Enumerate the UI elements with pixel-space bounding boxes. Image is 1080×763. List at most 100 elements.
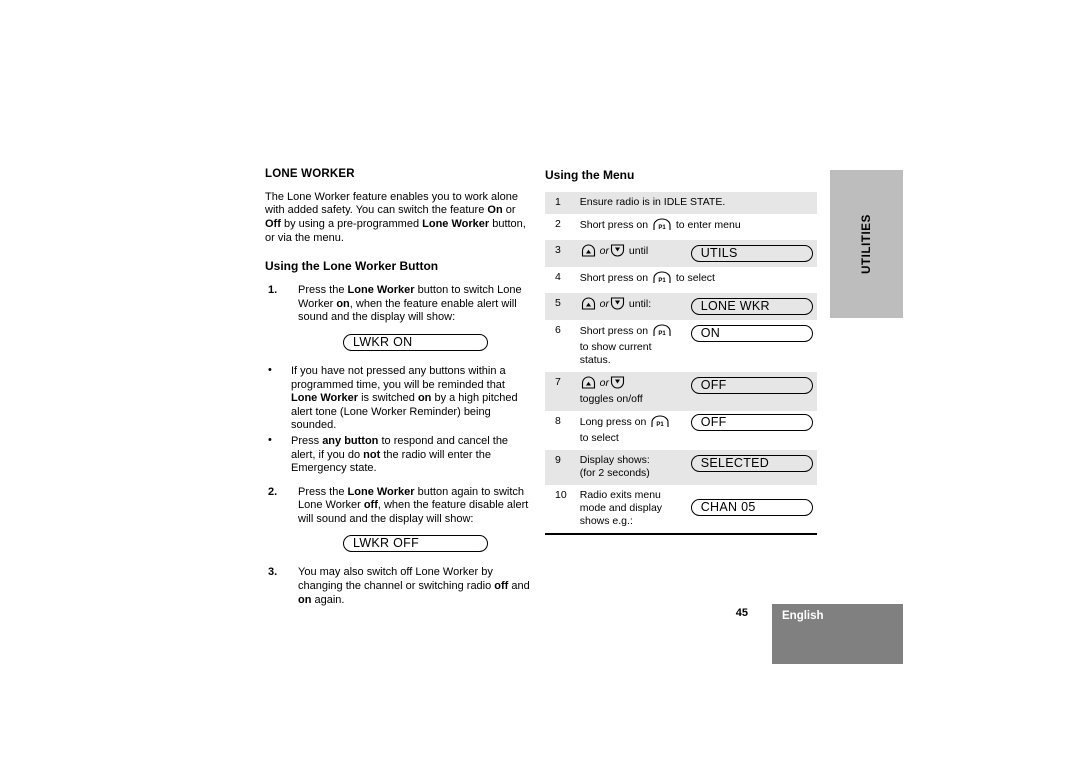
step-3-text-1: You may also switch off Lone Worker by c…	[298, 566, 495, 593]
row-lcd-cell: OFF	[690, 411, 817, 450]
table-row: 2 Short press on P1 to enter menu	[545, 214, 817, 240]
step-3-text-2: and	[508, 580, 530, 593]
lcd-display-lone-wkr: LONE WKR	[690, 298, 813, 315]
row-conjunction: or	[599, 298, 610, 310]
svg-text:P1: P1	[658, 225, 666, 231]
p1-button-icon: P1	[652, 271, 672, 288]
lcd-display-lwkr-off-wrap: LWKR OFF	[343, 535, 533, 553]
row-text-line2: to select	[579, 432, 619, 444]
bullet-1-bold-on: on	[417, 392, 432, 405]
row-text-before: Short press on	[579, 272, 651, 284]
step-3-number: 3.	[268, 566, 278, 579]
row-text-line3: status.	[579, 354, 611, 366]
row-text: Radio exits menu	[579, 489, 661, 501]
lcd-display-off-select: OFF	[690, 414, 813, 431]
svg-text:P1: P1	[657, 422, 665, 428]
row-instruction: or toggles on/off	[580, 372, 691, 411]
row-number: 3	[555, 244, 561, 256]
lcd-display-lwkr-off: LWKR OFF	[343, 535, 488, 553]
row-number: 4	[555, 271, 561, 283]
menu-steps-table: 1 Ensure radio is in IDLE STATE. 2 Short…	[545, 192, 817, 535]
step-3-bold-off: off	[494, 580, 509, 593]
row-number: 7	[555, 376, 561, 388]
table-row: 3 or until UTILS	[545, 240, 817, 267]
step-2-text-1: Press the	[298, 485, 348, 498]
intro-bold-lone-worker: Lone Worker	[422, 217, 490, 230]
numbered-step-1: 1. Press the Lone Worker button to switch…	[265, 284, 533, 325]
side-tab-utilities: UTILITIES	[830, 170, 903, 318]
row-lcd-cell: LONE WKR	[690, 293, 817, 320]
row-number: 5	[555, 297, 561, 309]
table-row: 4 Short press on P1 to select	[545, 267, 817, 293]
intro-bold-off: Off	[265, 217, 281, 230]
row-lcd-cell: ON	[690, 320, 817, 372]
row-number: 6	[555, 324, 561, 336]
row-text-line2: toggles on/off	[579, 393, 643, 405]
row-text-line2: to show current	[579, 341, 652, 353]
intro-text-2: or	[502, 204, 516, 217]
right-column: Using the Menu 1 Ensure radio is in IDLE…	[545, 168, 817, 535]
row-instruction: Display shows: (for 2 seconds)	[580, 450, 691, 485]
table-row: 9 Display shows: (for 2 seconds) SELECTE…	[545, 450, 817, 485]
intro-bold-on: On	[487, 204, 503, 217]
svg-text:P1: P1	[658, 278, 666, 284]
row-instruction: Radio exits menu mode and display shows …	[580, 485, 691, 534]
down-arrow-button-icon	[610, 376, 625, 393]
row-conjunction: or	[599, 245, 610, 257]
menu-steps-table-body: 1 Ensure radio is in IDLE STATE. 2 Short…	[545, 192, 817, 534]
step-1-number: 1.	[268, 284, 278, 297]
row-text-after: to select	[672, 272, 715, 284]
footer-language-box: English	[772, 604, 903, 664]
section-heading: LONE WORKER	[265, 168, 355, 180]
bullet-1-bold-lone-worker: Lone Worker	[291, 392, 359, 405]
row-number: 1	[555, 196, 561, 208]
bullet-item-1: • If you have not pressed any buttons wit…	[265, 363, 533, 433]
row-number: 8	[555, 415, 561, 427]
row-number: 2	[555, 218, 561, 230]
bullet-2-bold-not: not	[363, 448, 381, 461]
p1-button-icon: P1	[650, 415, 670, 432]
row-text-before: Long press on	[579, 416, 650, 428]
step-3-bold-on: on	[298, 593, 312, 606]
lcd-display-selected: SELECTED	[690, 455, 813, 472]
row-conjunction: or	[599, 377, 610, 389]
p1-button-icon: P1	[652, 218, 672, 235]
row-text-after: to enter menu	[672, 219, 741, 231]
lcd-display-chan-05: CHAN 05	[690, 499, 813, 516]
step-1-text-1: Press the	[298, 284, 348, 297]
lcd-display-utils: UTILS	[690, 245, 813, 262]
row-instruction: or until:	[580, 293, 691, 320]
table-row: 1 Ensure radio is in IDLE STATE.	[545, 192, 817, 214]
step-2-bold-lone-worker: Lone Worker	[347, 485, 415, 498]
row-text-line2: mode and display	[579, 502, 663, 514]
step-3-text-3: again.	[311, 593, 345, 606]
page-number: 45	[735, 607, 748, 619]
bullet-marker-icon: •	[268, 363, 272, 376]
row-text-after: until	[626, 245, 649, 257]
intro-text-3: by using a pre-programmed	[280, 217, 423, 230]
left-column: LONE WORKER The Lone Worker feature enab…	[265, 168, 533, 611]
row-lcd-cell: CHAN 05	[690, 485, 817, 534]
row-instruction: Long press on P1 to select	[580, 411, 691, 450]
row-text-after: until:	[626, 298, 652, 310]
row-text-before: Short press on	[579, 325, 651, 337]
bullet-marker-icon: •	[268, 433, 272, 446]
row-instruction: Short press on P1 to show current status…	[580, 320, 691, 372]
sub-heading-using-button: Using the Lone Worker Button	[265, 259, 439, 274]
row-instruction: or until	[580, 240, 691, 267]
step-2-number: 2.	[268, 485, 278, 498]
side-tab-label: UTILITIES	[860, 214, 873, 274]
footer-language-label: English	[782, 610, 824, 622]
bullet-2-bold-any-button: any button	[322, 434, 379, 447]
row-text-line3: shows e.g.:	[579, 515, 633, 527]
up-arrow-button-icon	[581, 244, 596, 261]
manual-page: LONE WORKER The Lone Worker feature enab…	[0, 0, 1080, 763]
lcd-display-lwkr-on-wrap: LWKR ON	[343, 333, 533, 351]
intro-paragraph: The Lone Worker feature enables you to w…	[265, 191, 533, 245]
intro-text-1: The Lone Worker feature enables you to w…	[265, 190, 518, 217]
row-instruction: Ensure radio is in IDLE STATE.	[579, 196, 726, 208]
lcd-display-off-toggle: OFF	[690, 377, 813, 394]
row-text-line2: (for 2 seconds)	[579, 467, 650, 479]
step-1-bold-on: on	[336, 297, 350, 310]
row-lcd-cell: UTILS	[690, 240, 817, 267]
